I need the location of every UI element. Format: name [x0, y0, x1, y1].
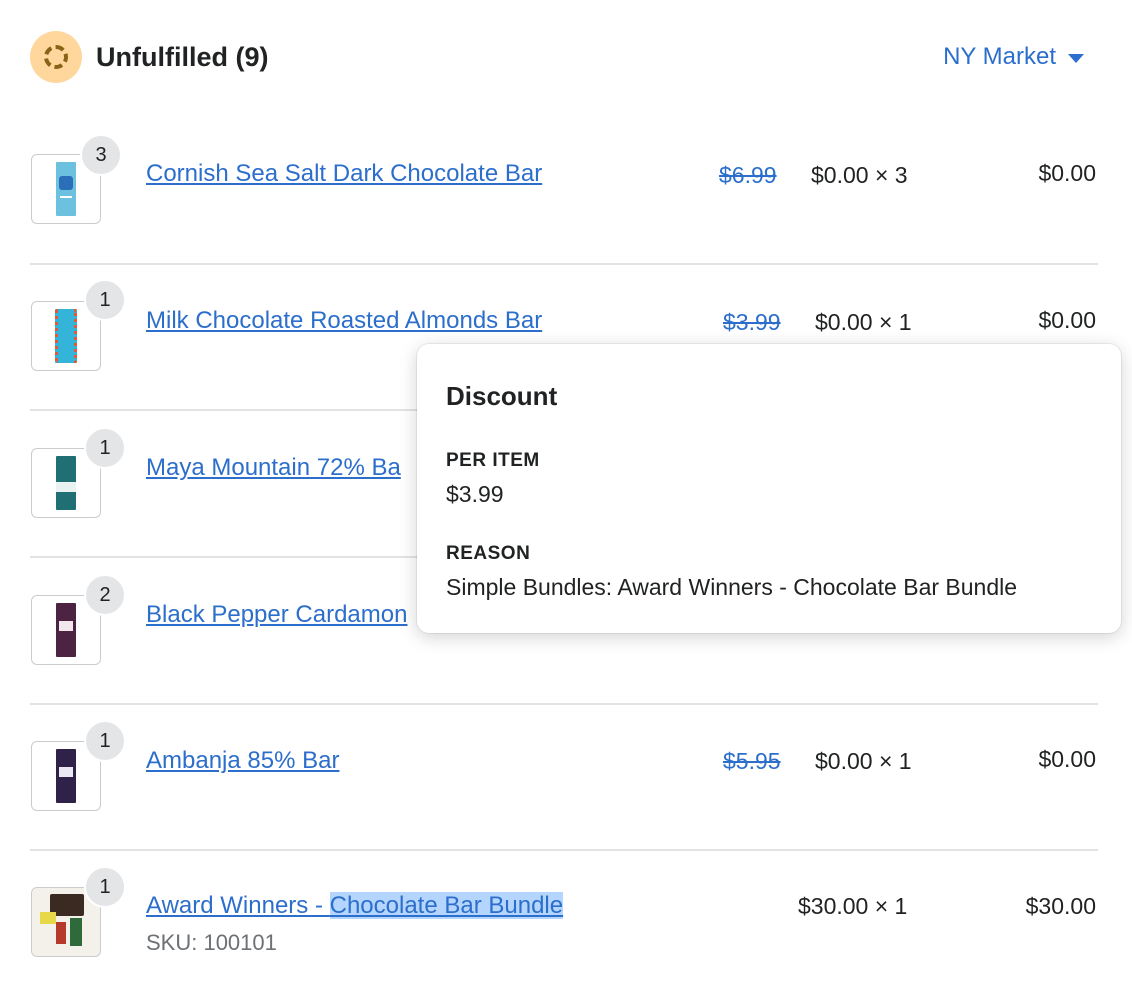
unfulfilled-header: Unfulfilled (9) NY Market: [30, 31, 1100, 83]
line-total: $0.00: [1038, 746, 1096, 772]
product-name-link[interactable]: Black Pepper Cardamon: [146, 601, 407, 629]
original-price[interactable]: $3.99: [723, 309, 781, 336]
quantity-badge: 2: [84, 574, 126, 616]
quantity-badge: 1: [84, 866, 126, 908]
product-name-part: Award Winners -: [146, 892, 330, 919]
product-name-link[interactable]: Milk Chocolate Roasted Almonds Bar: [146, 307, 542, 335]
product-name-link[interactable]: Ambanja 85% Bar: [146, 747, 339, 775]
product-name-link[interactable]: Maya Mountain 72% Ba: [146, 454, 401, 482]
line-total: $0.00: [1038, 307, 1096, 333]
unit-price: $0.00 × 1: [815, 748, 912, 774]
product-name-link[interactable]: Award Winners - Chocolate Bar Bundle: [146, 892, 564, 920]
quantity-badge: 3: [80, 134, 122, 176]
original-price[interactable]: $5.95: [723, 748, 781, 775]
quantity-badge: 1: [84, 279, 126, 321]
original-price[interactable]: $6.99: [719, 162, 777, 189]
discount-popover: Discount PER ITEM $3.99 REASON Simple Bu…: [417, 344, 1121, 633]
unfulfilled-status-icon: [30, 31, 82, 83]
product-name-link[interactable]: Cornish Sea Salt Dark Chocolate Bar: [146, 160, 542, 188]
unit-price: $0.00 × 3: [811, 162, 908, 188]
row-divider: [30, 849, 1098, 851]
caret-down-icon: [1068, 53, 1084, 63]
quantity-badge: 1: [84, 720, 126, 762]
line-item: 1 Ambanja 85% Bar $5.95 $0.00 × 1 $0.00: [30, 706, 1098, 852]
product-sku: SKU: 100101: [146, 930, 277, 955]
line-total: $30.00: [1025, 893, 1096, 919]
selected-text: Chocolate Bar Bundle: [329, 892, 564, 919]
unit-price: $0.00 × 1: [815, 309, 912, 335]
market-label: NY Market: [943, 43, 1056, 70]
row-divider: [30, 703, 1098, 705]
line-total: $0.00: [1038, 160, 1096, 186]
section-title: Unfulfilled (9): [96, 42, 269, 72]
line-item: 1 Award Winners - Chocolate Bar Bundle S…: [30, 852, 1098, 998]
market-selector[interactable]: NY Market: [943, 43, 1084, 71]
per-item-value: $3.99: [446, 481, 504, 507]
reason-label: REASON: [446, 543, 531, 564]
quantity-badge: 1: [84, 427, 126, 469]
unit-price: $30.00 × 1: [798, 893, 908, 919]
row-divider: [30, 263, 1098, 265]
line-item: 3 Cornish Sea Salt Dark Chocolate Bar $6…: [30, 120, 1098, 266]
popover-title: Discount: [446, 381, 558, 411]
reason-value: Simple Bundles: Award Winners - Chocolat…: [446, 574, 1018, 600]
per-item-label: PER ITEM: [446, 450, 540, 471]
